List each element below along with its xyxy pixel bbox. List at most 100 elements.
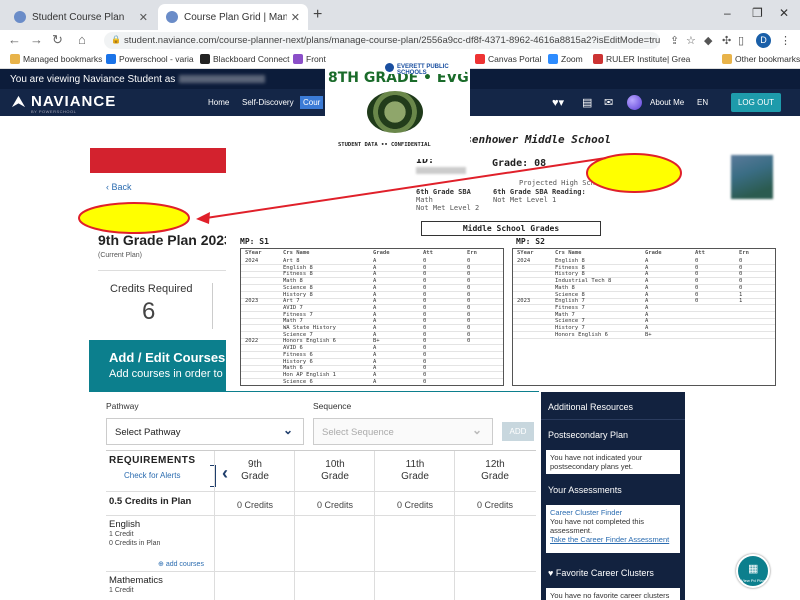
tab-title: Course Plan Grid | Manage Cou	[184, 11, 287, 23]
add-button[interactable]: ADD	[502, 422, 534, 441]
message-icon[interactable]: ▤	[582, 96, 592, 109]
favorite-clusters-heading[interactable]: ♥ Favorite Career Clusters	[548, 568, 654, 578]
blackboard-icon	[200, 54, 210, 64]
table-cell: 0	[423, 331, 427, 338]
table-cell: Fitness 7	[283, 311, 313, 318]
bookmark-other[interactable]: Other bookmarks	[722, 54, 800, 64]
table-cell: 0	[467, 264, 471, 271]
semester-2-label: MP: S2	[516, 237, 545, 246]
credits-required-label: Credits Required	[110, 283, 193, 295]
projected-school: Projected High School: Cascade	[519, 179, 646, 187]
table-cell: WA State History	[283, 325, 336, 331]
new-tab-icon[interactable]: +	[313, 6, 322, 24]
table-cell: A	[645, 264, 649, 271]
url-input[interactable]: 🔒 student.naviance.com/course-planner-ne…	[104, 32, 660, 49]
table-cell: 0	[423, 358, 427, 365]
sidebar-icon[interactable]: ▯	[738, 34, 744, 47]
postsecondary-plan-heading[interactable]: Postsecondary Plan	[548, 430, 628, 440]
about-me-menu[interactable]: About Me	[650, 98, 684, 107]
table-header: Att	[695, 250, 705, 256]
extension-icon[interactable]: ◆	[704, 34, 712, 47]
chevron-down-icon: ⌄	[471, 423, 482, 437]
plan-status: (Current Plan)	[98, 252, 142, 259]
reload-icon[interactable]: ↻	[52, 32, 63, 48]
forward-arrow-icon[interactable]: →	[30, 32, 43, 47]
table-cell: A	[645, 271, 649, 278]
close-icon[interactable]: ✕	[291, 11, 300, 24]
window-close-icon[interactable]: ✕	[779, 6, 789, 20]
table-cell: History 6	[283, 358, 313, 365]
star-icon[interactable]: ☆	[686, 34, 696, 47]
table-cell: A	[373, 358, 377, 365]
pathway-select[interactable]: Select Pathway ⌄	[106, 418, 304, 445]
district-logo-icon	[385, 63, 394, 72]
close-icon[interactable]: ✕	[139, 11, 148, 24]
bookmark-ruler[interactable]: RULER Institute| Grea	[593, 54, 690, 64]
globe-icon	[166, 11, 178, 23]
requirements-heading: REQUIREMENTS	[109, 455, 196, 466]
home-icon[interactable]: ⌂	[78, 32, 86, 47]
your-assessments-heading[interactable]: Your Assessments	[548, 485, 622, 495]
table-cell: 0	[739, 284, 743, 291]
evg-confidential: STUDENT DATA •• CONFIDENTIAL	[338, 142, 431, 148]
bookmark-blackboard[interactable]: Blackboard Connect	[200, 54, 290, 64]
semester-1-table: SYear Crs Name Grade Att Ern 2024 Art 8 A 0 0 Engl…	[240, 248, 504, 386]
zoom-icon	[548, 54, 558, 64]
folder-icon	[722, 54, 732, 64]
heart-icon: ♥	[548, 568, 556, 578]
bookmark-zoom[interactable]: Zoom	[548, 54, 583, 64]
bookmark-canvas[interactable]: Canvas Portal	[475, 54, 541, 64]
back-arrow-icon[interactable]: ←	[8, 32, 21, 47]
table-cell: 0	[423, 298, 427, 305]
address-bar-row: ← → ↻ ⌂ 🔒 student.naviance.com/course-pl…	[0, 30, 800, 51]
logout-button[interactable]: LOG OUT	[731, 93, 781, 112]
sequence-select[interactable]: Select Sequence ⌄	[313, 418, 493, 445]
profile-avatar[interactable]: D	[756, 33, 771, 48]
table-cell: A	[373, 371, 377, 378]
table-cell: 0	[695, 264, 699, 271]
back-link[interactable]: ‹ Back	[106, 182, 132, 192]
semester-1-label: MP: S1	[240, 237, 269, 246]
table-cell: English 8	[283, 264, 313, 271]
ccf-link[interactable]: Take the Career Finder Assessment	[550, 535, 676, 544]
table-cell: A	[645, 258, 649, 264]
table-header: Grade	[373, 250, 390, 256]
heart-icon[interactable]: ♥▾	[552, 96, 564, 109]
tab-course-plan-grid[interactable]: Course Plan Grid | Manage Cou ✕	[158, 4, 308, 30]
share-icon[interactable]: ⇪	[670, 34, 679, 47]
nav-home[interactable]: Home	[208, 98, 229, 107]
nav-courses[interactable]: Cour	[300, 96, 324, 109]
table-cell: 0	[695, 271, 699, 278]
grade-header: 10th Grade	[321, 459, 349, 482]
bookmark-front[interactable]: Front	[293, 54, 326, 64]
menu-dots-icon[interactable]: ⋮	[780, 34, 791, 47]
grade-column-10: 10th Grade 0 Credits	[294, 451, 374, 600]
minimize-icon[interactable]: –	[724, 6, 731, 20]
bookmark-powerschool[interactable]: Powerschool - varia	[106, 54, 194, 64]
bookmark-managed[interactable]: Managed bookmarks	[10, 54, 102, 64]
mail-icon[interactable]: ✉	[604, 96, 613, 109]
naviance-logo[interactable]: NAVIANCE	[11, 93, 116, 110]
table-cell: History 7	[555, 325, 585, 331]
url-text: student.naviance.com/course-planner-next…	[124, 35, 660, 46]
table-header: SYear	[245, 250, 262, 256]
divider	[106, 571, 536, 572]
lock-icon: 🔒	[111, 35, 121, 44]
user-avatar[interactable]	[627, 95, 642, 110]
puzzle-icon[interactable]: ✣	[722, 34, 731, 47]
table-cell: Fitness 8	[555, 264, 585, 271]
tab-student-course-plan[interactable]: Student Course Plan ✕	[6, 4, 156, 30]
maximize-icon[interactable]: ❐	[752, 6, 763, 20]
add-courses-link[interactable]: ⊕ add courses	[158, 560, 204, 568]
divider	[106, 515, 536, 516]
view-plan-fab[interactable]: ▦ View Pd Plan	[736, 554, 770, 588]
language-selector[interactable]: EN	[697, 98, 708, 107]
table-cell: A	[373, 325, 377, 331]
add-edit-title: Add / Edit Courses in	[109, 350, 241, 365]
additional-resources-heading[interactable]: Additional Resources	[548, 402, 633, 412]
subject-credits: 1 Credit	[109, 531, 134, 538]
table-cell: 0	[739, 271, 743, 278]
nav-self-discovery[interactable]: Self-Discovery	[242, 98, 294, 107]
course-plan-grid: REQUIREMENTS Check for Alerts ‹ 9th Grade…	[106, 450, 536, 600]
check-alerts-link[interactable]: Check for Alerts	[124, 471, 180, 480]
